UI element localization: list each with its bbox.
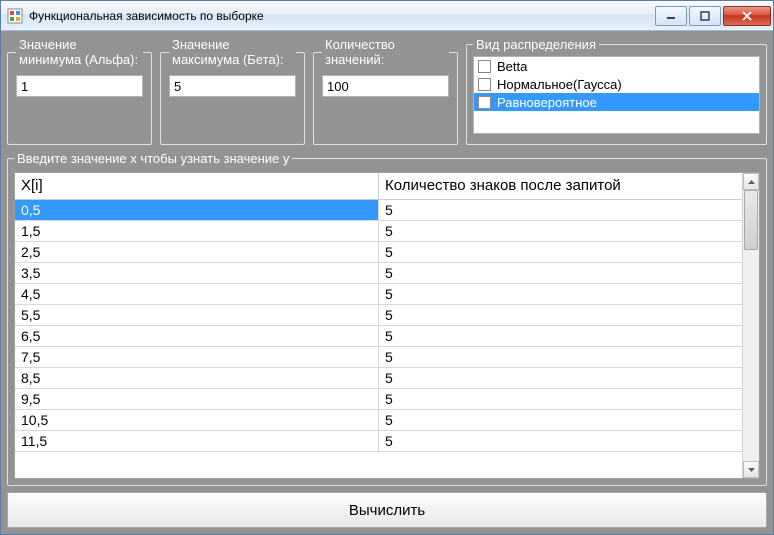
xy-table-scroll: X[i] Количество знаков после запитой 0,5…: [15, 173, 742, 478]
group-max: Значение максимума (Бета):: [160, 37, 305, 145]
maximize-button[interactable]: [689, 6, 721, 26]
cell-x[interactable]: 6,5: [15, 325, 379, 346]
distribution-item[interactable]: Нормальное(Гаусса): [474, 75, 759, 93]
distribution-item-label: Betta: [497, 59, 527, 74]
cell-digits[interactable]: 5: [379, 199, 743, 220]
cell-x[interactable]: 5,5: [15, 304, 379, 325]
checkbox-icon[interactable]: [478, 78, 491, 91]
app-window: Функциональная зависимость по выборке Зн…: [0, 0, 774, 535]
cell-x[interactable]: 11,5: [15, 430, 379, 451]
group-min-legend: Значение минимума (Альфа):: [16, 37, 143, 67]
cell-digits[interactable]: 5: [379, 241, 743, 262]
group-distribution-legend: Вид распределения: [473, 37, 599, 52]
cell-digits[interactable]: 5: [379, 388, 743, 409]
group-max-legend: Значение максимума (Бета):: [169, 37, 296, 67]
vertical-scrollbar[interactable]: [742, 173, 759, 478]
scroll-down-button[interactable]: [743, 461, 759, 478]
cell-x[interactable]: 3,5: [15, 262, 379, 283]
cell-x[interactable]: 8,5: [15, 367, 379, 388]
distribution-list[interactable]: Betta Нормальное(Гаусса) Равновероятное: [473, 56, 760, 134]
table-row[interactable]: 0,55: [15, 199, 742, 220]
cell-x[interactable]: 2,5: [15, 241, 379, 262]
cell-x[interactable]: 4,5: [15, 283, 379, 304]
cell-x[interactable]: 9,5: [15, 388, 379, 409]
xy-table[interactable]: X[i] Количество знаков после запитой 0,5…: [15, 173, 742, 452]
client-area: Значение минимума (Альфа): Значение макс…: [1, 31, 773, 534]
col-digits-header[interactable]: Количество знаков после запитой: [379, 173, 743, 199]
calculate-button-label: Вычислить: [349, 502, 425, 519]
cell-x[interactable]: 1,5: [15, 220, 379, 241]
distribution-item[interactable]: Betta: [474, 57, 759, 75]
scroll-track[interactable]: [743, 190, 759, 461]
table-row[interactable]: 6,55: [15, 325, 742, 346]
checkbox-icon[interactable]: [478, 96, 491, 109]
group-xy: Введите значение x чтобы узнать значение…: [7, 151, 767, 486]
cell-digits[interactable]: 5: [379, 304, 743, 325]
table-row[interactable]: 10,55: [15, 409, 742, 430]
cell-digits[interactable]: 5: [379, 220, 743, 241]
count-input[interactable]: [322, 75, 449, 97]
distribution-item[interactable]: Равновероятное: [474, 93, 759, 111]
table-row[interactable]: 7,55: [15, 346, 742, 367]
scroll-thumb[interactable]: [744, 190, 758, 250]
cell-x[interactable]: 0,5: [15, 199, 379, 220]
max-input[interactable]: [169, 75, 296, 97]
table-row[interactable]: 1,55: [15, 220, 742, 241]
cell-digits[interactable]: 5: [379, 283, 743, 304]
table-row[interactable]: 5,55: [15, 304, 742, 325]
table-row[interactable]: 8,55: [15, 367, 742, 388]
scroll-up-button[interactable]: [743, 173, 759, 190]
cell-digits[interactable]: 5: [379, 430, 743, 451]
close-button[interactable]: [723, 6, 771, 26]
group-count: Количество значений:: [313, 37, 458, 145]
min-input[interactable]: [16, 75, 143, 97]
cell-digits[interactable]: 5: [379, 367, 743, 388]
titlebar[interactable]: Функциональная зависимость по выборке: [1, 1, 773, 31]
table-row[interactable]: 3,55: [15, 262, 742, 283]
table-row[interactable]: 9,55: [15, 388, 742, 409]
window-buttons: [653, 6, 771, 26]
table-row[interactable]: 11,55: [15, 430, 742, 451]
table-row[interactable]: 2,55: [15, 241, 742, 262]
group-min: Значение минимума (Альфа):: [7, 37, 152, 145]
cell-digits[interactable]: 5: [379, 346, 743, 367]
cell-digits[interactable]: 5: [379, 325, 743, 346]
cell-digits[interactable]: 5: [379, 409, 743, 430]
xy-table-wrap: X[i] Количество знаков после запитой 0,5…: [14, 172, 760, 479]
group-count-legend: Количество значений:: [322, 37, 449, 67]
cell-digits[interactable]: 5: [379, 262, 743, 283]
app-icon: [7, 8, 23, 24]
cell-x[interactable]: 10,5: [15, 409, 379, 430]
checkbox-icon[interactable]: [478, 60, 491, 73]
group-distribution: Вид распределения Betta Нормальное(Гаусса…: [466, 37, 767, 145]
col-x-header[interactable]: X[i]: [15, 173, 379, 199]
window-title: Функциональная зависимость по выборке: [29, 9, 653, 23]
table-row[interactable]: 4,55: [15, 283, 742, 304]
group-xy-legend: Введите значение x чтобы узнать значение…: [14, 151, 292, 166]
distribution-item-label: Нормальное(Гаусса): [497, 77, 622, 92]
cell-x[interactable]: 7,5: [15, 346, 379, 367]
calculate-button[interactable]: Вычислить: [7, 492, 767, 528]
minimize-button[interactable]: [655, 6, 687, 26]
distribution-item-label: Равновероятное: [497, 95, 597, 110]
top-row: Значение минимума (Альфа): Значение макс…: [7, 37, 767, 145]
